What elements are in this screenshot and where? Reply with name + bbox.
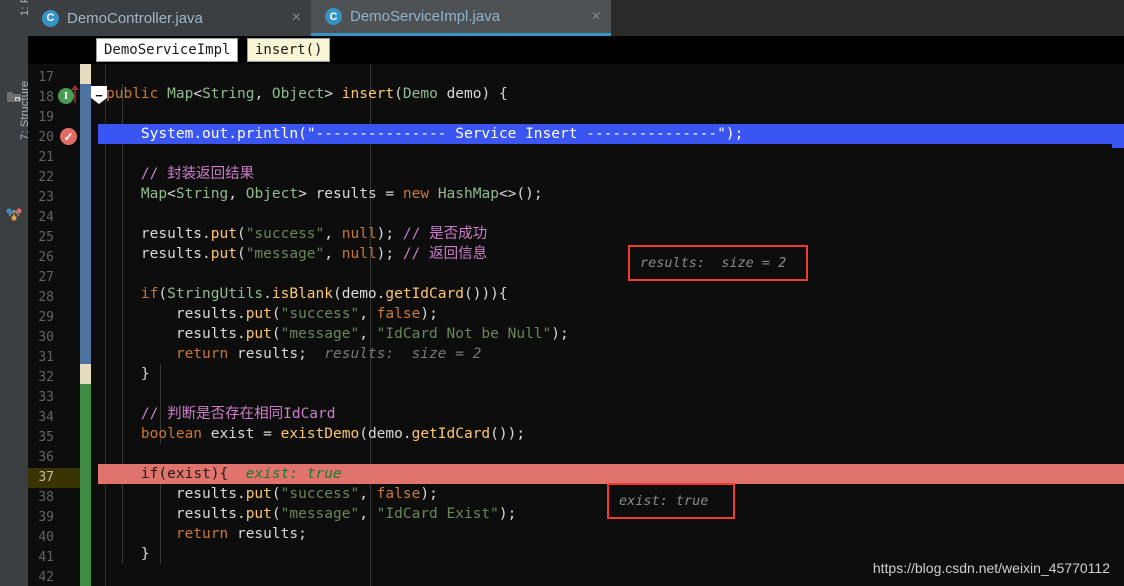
code-line-text: results.put("message", "IdCard Not be Nu… — [175, 326, 569, 342]
code-line-text: return results; — [175, 526, 307, 542]
line-number: 24 — [38, 210, 54, 225]
breadcrumb: DemoServiceImpl insert() — [28, 36, 1124, 64]
code-line-text: public Map<String, Object> insert(Demo d… — [106, 86, 508, 102]
tab-democontroller-label: DemoController.java — [67, 9, 203, 27]
editor-marker-selection — [1112, 128, 1124, 148]
code-line[interactable]: Map<String, Object> results = new HashMa… — [98, 184, 1124, 204]
vcs-marker-modified[interactable] — [80, 64, 91, 84]
code-line[interactable] — [98, 444, 1124, 464]
code-line[interactable]: public Map<String, Object> insert(Demo d… — [98, 84, 1124, 104]
code-line-text: System.out.println("--------------- Serv… — [140, 126, 744, 142]
code-line-text: results.put("message", "IdCard Exist"); — [175, 506, 517, 522]
tab-demoserviceimpl-label: DemoServiceImpl.java — [350, 8, 501, 25]
line-number: 36 — [38, 450, 54, 465]
line-number: 27 — [38, 270, 54, 285]
inline-debug-hint-boxed-exist[interactable]: exist: true — [607, 483, 735, 519]
left-tool-strip: 1: Project 7: Structure — [0, 0, 31, 586]
code-line-text: results.put("success", false); — [175, 486, 438, 502]
editor-tab-bar: C DemoController.java × C DemoServiceImp… — [28, 0, 1124, 36]
line-number: 29 — [38, 310, 54, 325]
vcs-change-marker-strip[interactable] — [80, 64, 91, 586]
vcs-marker-added[interactable] — [80, 384, 91, 586]
line-number: 28 — [38, 290, 54, 305]
inline-debug-hint[interactable]: exist: true — [228, 466, 342, 482]
code-line[interactable]: results.put("message", null); // 返回信息 — [98, 244, 1124, 264]
code-line[interactable] — [98, 144, 1124, 164]
inline-debug-hint[interactable]: results: size = 2 — [307, 346, 481, 362]
editor-gutter[interactable]: 17 18 19 20 21 22 23 24 25 26 27 28 29 30 31 32 33 34 35 36… — [28, 64, 107, 586]
code-line[interactable] — [98, 384, 1124, 404]
tab-democontroller[interactable]: C DemoController.java × — [28, 0, 311, 36]
breadcrumb-class-chip[interactable]: DemoServiceImpl — [96, 38, 239, 62]
line-number: 33 — [38, 390, 54, 405]
line-number: 39 — [38, 510, 54, 525]
code-line[interactable]: } — [98, 364, 1124, 384]
line-number: 34 — [38, 410, 54, 425]
override-arrow-icon — [69, 84, 81, 104]
line-number: 26 — [38, 250, 54, 265]
idea-editor-window: 1: Project 7: Structure — [0, 0, 1124, 586]
code-line[interactable] — [98, 264, 1124, 284]
code-line[interactable]: return results; results: size = 2 — [98, 344, 1124, 364]
line-number: 20 — [38, 130, 54, 145]
line-number: 21 — [38, 150, 54, 165]
tab-close-icon[interactable]: × — [586, 8, 601, 25]
code-line-text: if(StringUtils.isBlank(demo.getIdCard())… — [140, 286, 508, 302]
code-line-text: // 判断是否存在相同IdCard — [140, 406, 336, 422]
line-number: 38 — [38, 490, 54, 505]
line-number: 23 — [38, 190, 54, 205]
code-line-text: Map<String, Object> results = new HashMa… — [140, 186, 543, 202]
code-line[interactable] — [98, 204, 1124, 224]
structure-nodes-icon — [5, 205, 23, 223]
code-line-text: results.put("success", false); — [175, 306, 438, 322]
vcs-marker-modified[interactable] — [80, 364, 91, 384]
line-number: 37 — [38, 470, 54, 485]
watermark-url: https://blog.csdn.net/weixin_45770112 — [872, 560, 1110, 576]
code-line[interactable]: return results; — [98, 524, 1124, 544]
code-line-text: results.put("message", null); // 返回信息 — [140, 246, 488, 262]
java-class-icon: C — [325, 8, 342, 25]
code-line[interactable]: if(StringUtils.isBlank(demo.getIdCard())… — [98, 284, 1124, 304]
line-number: 25 — [38, 230, 54, 245]
code-line[interactable] — [98, 104, 1124, 124]
code-line[interactable] — [98, 64, 1124, 84]
line-number: 17 — [38, 70, 54, 85]
breadcrumb-method-chip[interactable]: insert() — [247, 38, 331, 62]
code-line-text: return results; results: size = 2 — [175, 346, 482, 362]
line-number: 18 — [38, 90, 54, 105]
line-number: 42 — [38, 570, 54, 585]
code-line-text: results.put("success", null); // 是否成功 — [140, 226, 488, 242]
code-line-text: } — [140, 546, 150, 562]
line-number: 30 — [38, 330, 54, 345]
code-line[interactable]: if(exist){ exist: true — [98, 464, 1124, 484]
line-number: 31 — [38, 350, 54, 365]
line-number: 22 — [38, 170, 54, 185]
code-line[interactable]: System.out.println("--------------- Serv… — [98, 124, 1124, 144]
line-number: 32 — [38, 370, 54, 385]
code-line[interactable]: // 封装返回结果 — [98, 164, 1124, 184]
code-line[interactable]: results.put("success", null); // 是否成功 — [98, 224, 1124, 244]
code-line-text: // 封装返回结果 — [140, 166, 255, 182]
line-number: 41 — [38, 550, 54, 565]
line-number: 19 — [38, 110, 54, 125]
inline-debug-hint-boxed-results[interactable]: results: size = 2 — [628, 245, 808, 281]
code-editor[interactable]: 17 18 19 20 21 22 23 24 25 26 27 28 29 30 31 32 33 34 35 36… — [28, 64, 1124, 586]
code-line[interactable]: // 判断是否存在相同IdCard — [98, 404, 1124, 424]
code-line[interactable]: results.put("message", "IdCard Not be Nu… — [98, 324, 1124, 344]
line-number: 40 — [38, 530, 54, 545]
tab-bar-empty-area — [611, 0, 1124, 36]
line-number: 35 — [38, 430, 54, 445]
code-line-text: if(exist){ exist: true — [140, 466, 342, 482]
code-line-text: } — [140, 366, 150, 382]
tab-close-icon[interactable]: × — [286, 10, 301, 26]
java-class-icon: C — [42, 9, 59, 27]
tab-demoserviceimpl[interactable]: C DemoServiceImpl.java × — [311, 0, 611, 36]
code-line[interactable]: results.put("success", false); — [98, 304, 1124, 324]
code-line-text: boolean exist = existDemo(demo.getIdCard… — [140, 426, 526, 442]
code-line[interactable]: boolean exist = existDemo(demo.getIdCard… — [98, 424, 1124, 444]
breakpoint-verified-icon[interactable]: ✓ — [60, 128, 77, 145]
vcs-marker-modified[interactable] — [80, 84, 91, 364]
